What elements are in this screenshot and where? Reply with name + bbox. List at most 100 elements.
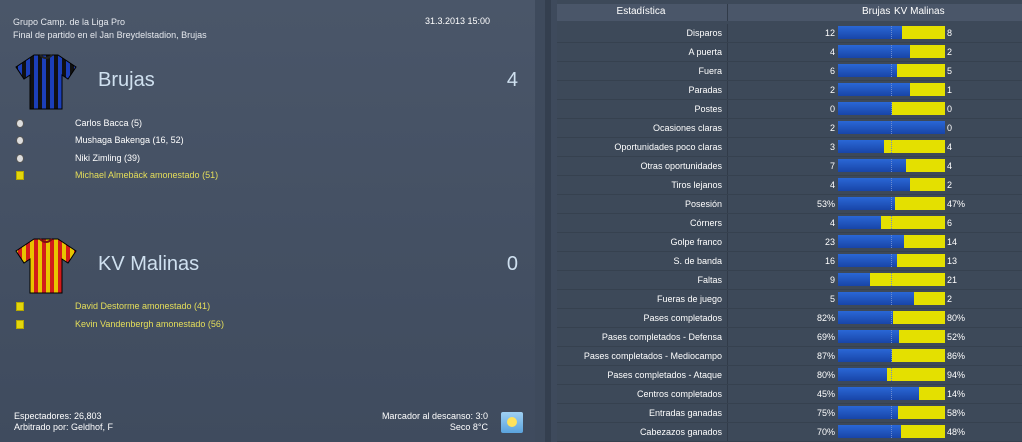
weather-text: Seco 8°C: [449, 422, 488, 432]
bar-midpoint-marker: [891, 235, 893, 248]
stats-panel: Estadística Brujas KV Malinas Disparos 12…: [557, 0, 1022, 442]
home-stat-value: 87%: [816, 351, 835, 361]
event-player-link[interactable]: Mushaga Bakenga (16, 52): [75, 135, 184, 145]
stat-label: Pases completados - Ataque: [607, 370, 722, 380]
stat-comparison-bar: [838, 368, 945, 381]
stat-row: Fueras de juego 5 2: [557, 290, 1022, 308]
bar-midpoint-marker: [891, 121, 893, 134]
home-stat-value: 4: [829, 218, 835, 228]
event-player-link[interactable]: David Destorme amonestado (41): [75, 301, 210, 311]
away-stat-value: 2: [947, 180, 953, 190]
stat-label: Fuera: [698, 66, 722, 76]
stat-row: Entradas ganadas 75% 58%: [557, 404, 1022, 422]
stat-label: Posesión: [684, 199, 722, 209]
stat-label: Disparos: [686, 28, 722, 38]
stat-comparison-bar: [838, 102, 945, 115]
home-bar-fill: [838, 178, 910, 191]
home-stat-value: 75%: [816, 408, 835, 418]
stat-label: Postes: [694, 104, 722, 114]
home-bar-fill: [838, 349, 892, 362]
away-stat-value: 80%: [947, 313, 966, 323]
away-stat-value: 52%: [947, 332, 966, 342]
away-stat-value: 6: [947, 218, 953, 228]
stat-comparison-bar: [838, 387, 945, 400]
match-footer-conditions: Marcador al descanso: 3:0 Seco 8°C: [340, 411, 488, 433]
stat-label: Oportunidades poco claras: [614, 142, 722, 152]
competition-name: Grupo Camp. de la Liga Pro: [13, 17, 126, 27]
stat-row: Centros completados 45% 14%: [557, 385, 1022, 403]
away-stat-value: 94%: [947, 370, 966, 380]
column-divider: [727, 328, 728, 346]
stat-comparison-bar: [838, 121, 945, 134]
column-divider: [727, 290, 728, 308]
stat-row: Faltas 9 21: [557, 271, 1022, 289]
yellow-card-icon: [16, 320, 24, 329]
away-column-header: KV Malinas: [894, 6, 945, 17]
bar-midpoint-marker: [891, 387, 893, 400]
stat-row: Ocasiones claras 2 0: [557, 119, 1022, 137]
stat-comparison-bar: [838, 254, 945, 267]
bar-midpoint-marker: [891, 159, 893, 172]
stat-label: Pases completados: [643, 313, 722, 323]
away-stat-value: 47%: [947, 199, 966, 209]
stat-comparison-bar: [838, 45, 945, 58]
bar-midpoint-marker: [891, 368, 893, 381]
event-player-link[interactable]: Carlos Bacca (5): [75, 118, 142, 128]
home-bar-fill: [838, 273, 870, 286]
home-bar-fill: [838, 368, 887, 381]
home-stat-value: 69%: [816, 332, 835, 342]
column-divider: [727, 119, 728, 137]
referee-text[interactable]: Arbitrado por: Geldhof, F: [14, 422, 113, 433]
event-player-link[interactable]: Michael Almebäck amonestado (51): [75, 170, 218, 180]
bar-midpoint-marker: [891, 64, 893, 77]
stat-comparison-bar: [838, 273, 945, 286]
stats-column-header[interactable]: Estadística: [557, 6, 725, 17]
stat-label: Ocasiones claras: [652, 123, 722, 133]
away-stat-value: 1: [947, 85, 953, 95]
column-divider: [727, 423, 728, 441]
column-divider: [727, 271, 728, 289]
away-score: 0: [506, 253, 518, 275]
home-bar-fill: [838, 235, 904, 248]
away-stat-value: 2: [947, 294, 953, 304]
home-stat-value: 2: [829, 123, 835, 133]
goal-ball-icon: [16, 136, 24, 145]
event-player-link[interactable]: Kevin Vandenbergh amonestado (56): [75, 319, 224, 329]
column-divider: [727, 347, 728, 365]
stat-comparison-bar: [838, 292, 945, 305]
halftime-score-text: Marcador al descanso: 3:0: [381, 411, 488, 421]
match-summary-panel: Grupo Camp. de la Liga Pro Final de part…: [0, 0, 535, 442]
away-stat-value: 58%: [947, 408, 966, 418]
home-bar-fill: [838, 83, 910, 96]
home-stat-value: 9: [829, 275, 835, 285]
away-stat-value: 8: [947, 28, 953, 38]
stat-comparison-bar: [838, 235, 945, 248]
away-team-name[interactable]: KV Malinas: [98, 253, 199, 276]
stat-row: Pases completados - Mediocampo 87% 86%: [557, 347, 1022, 365]
stat-comparison-bar: [838, 83, 945, 96]
home-stat-value: 2: [829, 85, 835, 95]
away-stat-value: 13: [947, 256, 958, 266]
home-stat-value: 7: [829, 161, 835, 171]
bar-midpoint-marker: [891, 406, 893, 419]
yellow-card-icon: [16, 171, 24, 180]
column-divider: [727, 176, 728, 194]
home-bar-fill: [838, 387, 919, 400]
stat-row: Pases completados 82% 80%: [557, 309, 1022, 327]
home-stat-value: 4: [829, 47, 835, 57]
home-shirt-icon: [15, 54, 77, 110]
home-stat-value: 3: [829, 142, 835, 152]
column-divider: [727, 81, 728, 99]
away-stat-value: 14%: [947, 389, 966, 399]
stat-row: Pases completados - Defensa 69% 52%: [557, 328, 1022, 346]
event-player-link[interactable]: Niki Zimling (39): [75, 153, 140, 163]
home-team-name[interactable]: Brujas: [98, 69, 155, 92]
home-bar-fill: [838, 197, 895, 210]
stat-row: Otras oportunidades 7 4: [557, 157, 1022, 175]
stat-row: Córners 4 6: [557, 214, 1022, 232]
bar-midpoint-marker: [891, 311, 893, 324]
home-bar-fill: [838, 406, 898, 419]
stat-row: Postes 0 0: [557, 100, 1022, 118]
stat-row: Fuera 6 5: [557, 62, 1022, 80]
bar-midpoint-marker: [891, 273, 893, 286]
